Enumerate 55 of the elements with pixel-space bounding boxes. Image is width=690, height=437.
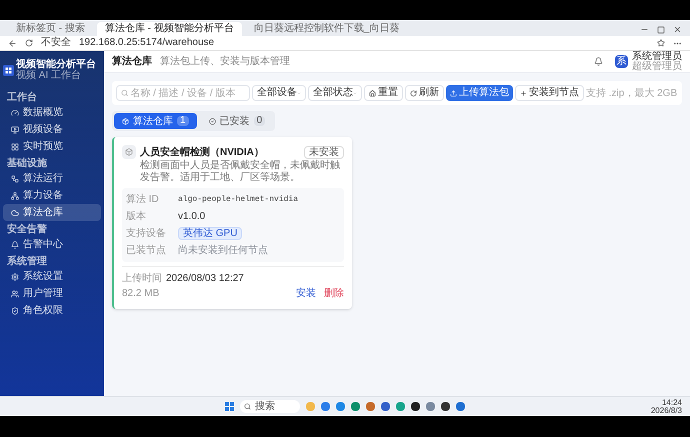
user-role: 超级管理员 (632, 62, 682, 72)
upload-time-label: 上传时间 (122, 272, 162, 286)
status-badge: 未安装 (304, 146, 344, 159)
card-title: 人员安全帽检测（NVIDIA） (140, 145, 264, 160)
tab[interactable]: 已安装 0 (200, 113, 274, 129)
browser-tab[interactable]: 新标签页 - 搜索 (8, 22, 93, 36)
app-title: 视频智能分析平台 (16, 59, 96, 70)
page-subtitle: 算法包上传、安装与版本管理 (160, 54, 290, 69)
upload-time: 2026/08/03 12:27 (166, 272, 244, 286)
file-size: 82.2 MB (122, 287, 160, 301)
field-label: 算法 ID (126, 192, 160, 207)
section-label: 工作台 (6, 92, 38, 104)
security-label: 不安全 (41, 38, 71, 48)
sidebar-item[interactable]: 角色权限 (3, 302, 101, 319)
section-label: 系统管理 (6, 256, 48, 268)
field-label: 已装节点 (126, 244, 167, 258)
section-label: 基础设施 (6, 158, 48, 170)
search-field[interactable]: 名称 / 描述 / 设备 / 版本 (116, 85, 250, 101)
delete-link[interactable]: 删除 (324, 286, 344, 301)
user-avatar[interactable]: 系 (615, 55, 628, 68)
upload-hint: 支持 .zip，最大 2GB (586, 86, 678, 100)
upload-button[interactable]: 上传算法包 (446, 85, 513, 101)
sidebar-item[interactable]: 告警中心 (3, 236, 101, 253)
tab[interactable]: 算法仓库 1 (114, 113, 197, 129)
field-value: v1.0.0 (178, 210, 206, 224)
install-button[interactable]: 安装到节点 (515, 85, 584, 101)
sidebar-item[interactable]: 算力设备 (3, 187, 101, 204)
sidebar-item[interactable]: 视频设备 (3, 121, 101, 138)
field-label: 版本 (126, 210, 147, 224)
address-bar[interactable]: 192.168.0.25:5174/warehouse (79, 38, 214, 48)
filter-select[interactable]: 全部设备 (252, 85, 306, 101)
sidebar-item[interactable]: 系统设置 (3, 268, 101, 285)
field-value: 尚未安装到任何节点 (178, 244, 268, 258)
sidebar-item[interactable]: 用户管理 (3, 285, 101, 302)
clock-date: 2026/8/3 (650, 406, 682, 414)
card-description: 检测画面中人员是否佩戴安全帽，未佩戴时触发告警。适用于工地、厂区等场景。 (140, 160, 341, 184)
refresh-button[interactable]: 刷新 (405, 85, 444, 101)
taskbar-search[interactable]: 搜索 (240, 400, 300, 413)
page-title: 算法仓库 (112, 54, 152, 69)
user-name: 系统管理员 (632, 52, 682, 62)
clock-time: 14:24 (662, 398, 682, 406)
browser-tab[interactable]: 算法仓库 - 视频智能分析平台 (96, 22, 242, 36)
field-value: algo-people-helmet-nvidia (178, 194, 298, 206)
app-subtitle: 视频 AI 工作台 (16, 70, 82, 81)
install-link[interactable]: 安装 (296, 286, 316, 301)
sidebar-item[interactable]: 实时预览 (3, 138, 101, 155)
sidebar-item[interactable]: 数据概览 (3, 104, 101, 121)
sidebar-item[interactable]: 算法仓库 (3, 204, 101, 221)
device-tag: 英伟达 GPU (178, 227, 242, 240)
field-label: 支持设备 (126, 226, 167, 241)
filter-select[interactable]: 全部状态 (308, 85, 362, 101)
sidebar-item[interactable]: 算法运行 (3, 170, 101, 187)
browser-tab[interactable]: 向日葵远程控制软件下载_向日葵 (246, 22, 408, 36)
reset-button[interactable]: 重置 (364, 85, 403, 101)
section-label: 安全告警 (6, 224, 48, 236)
